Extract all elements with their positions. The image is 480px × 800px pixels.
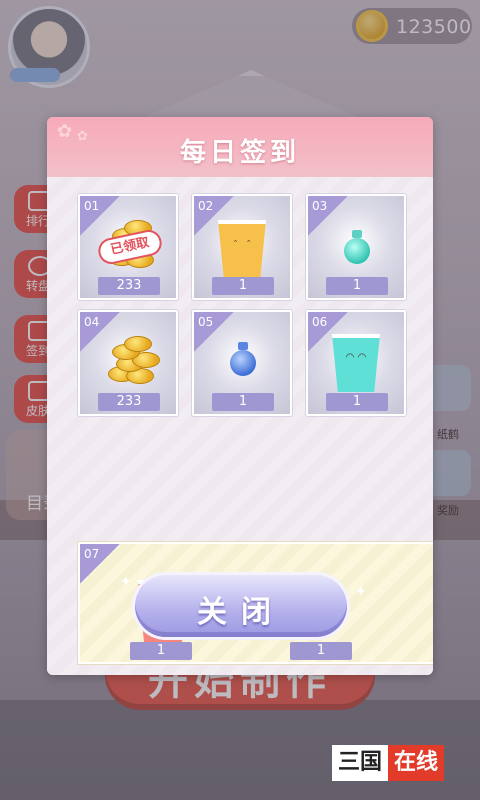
reward-quantity: 1 [290,642,352,660]
watermark-part1: 三国 [332,745,389,781]
watermark-part2: 在线 [388,745,445,781]
day-tile-5[interactable]: 05 1 [192,310,292,416]
orange-cup-icon: ＾ ＾ [218,220,266,278]
sparkle-icon: ✦ [355,584,367,600]
reward-quantity: 1 [130,642,192,660]
coins-icon [102,330,160,390]
day-number: 05 [194,312,234,352]
bottle-neck [238,342,248,350]
day-number: 07 [80,544,120,584]
teal-bottle-icon [344,238,370,264]
day-tile-6[interactable]: 06 ◠ ◠ 1 [306,310,406,416]
modal-header: ✿ ✿ 每日签到 [47,117,433,177]
watermark: 三国 在线 [332,745,445,781]
reward-quantity: 233 [98,277,160,295]
sparkle-icon: ✦ [120,574,132,590]
reward-quantity: 1 [212,393,274,411]
reward-quantity: 233 [98,393,160,411]
day-tile-1[interactable]: 01 已领取 233 [78,194,178,300]
day-tile-4[interactable]: 04 233 [78,310,178,416]
day-tile-2[interactable]: 02 ＾ ＾ 1 [192,194,292,300]
day-number: 03 [308,196,348,236]
bottle-neck [352,230,362,238]
reward-quantity: 1 [326,393,388,411]
modal-title: 每日签到 [179,138,300,168]
blue-bottle-icon [230,350,256,376]
close-button[interactable]: 关闭 [135,575,347,637]
day-tile-3[interactable]: 03 1 [306,194,406,300]
close-button-label: 关闭 [197,595,285,630]
reward-quantity: 1 [326,277,388,295]
teal-cup-icon: ◠ ◠ [332,334,380,392]
reward-quantity: 1 [212,277,274,295]
